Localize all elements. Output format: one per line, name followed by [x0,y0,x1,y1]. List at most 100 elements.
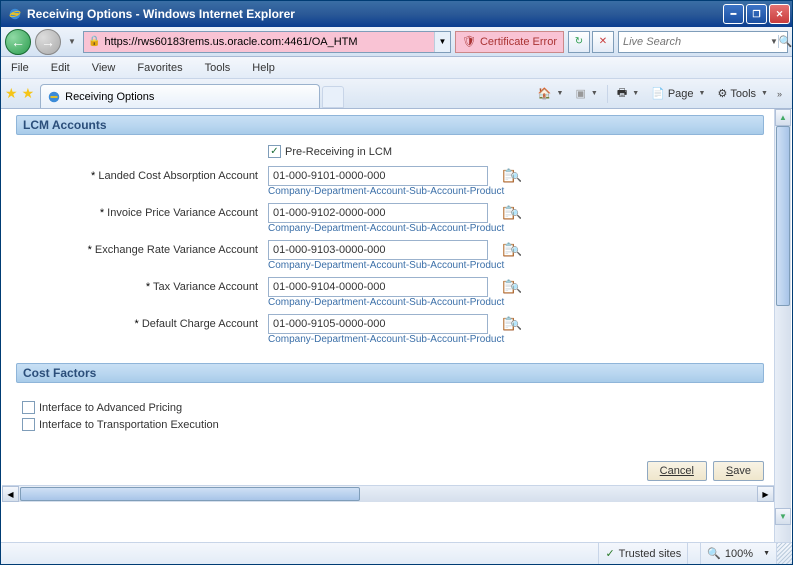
menu-help[interactable]: Help [248,60,279,76]
pre-receiving-checkbox[interactable] [268,145,281,158]
field-hint: Company-Department-Account-Sub-Account-P… [268,186,524,197]
add-favorite-button[interactable]: ★ [22,85,35,102]
trusted-icon: ✓ [605,547,614,560]
landed-cost-lookup[interactable]: 📋🔍 [494,168,524,184]
vscroll-thumb[interactable] [776,126,790,306]
tax-variance-lookup[interactable]: 📋🔍 [494,279,524,295]
ie-icon [7,6,23,22]
invoice-price-label: * Invoice Price Variance Account [16,207,262,219]
favorites-center-button[interactable]: ★ [5,85,18,102]
print-icon: 🖶 [617,84,627,103]
page-menu[interactable]: 📄Page▼ [646,83,710,105]
nav-toolbar: ← → ▼ 🔒 https://rws60183rems.us.oracle.c… [1,27,792,57]
invoice-price-lookup[interactable]: 📋🔍 [494,205,524,221]
refresh-button[interactable]: ↻ [568,31,590,53]
trusted-sites-text: Trusted sites [619,548,682,560]
certificate-error-text: Certificate Error [480,36,557,48]
field-hint: Company-Department-Account-Sub-Account-P… [268,223,524,234]
menu-edit[interactable]: Edit [47,60,74,76]
menu-tools[interactable]: Tools [201,60,235,76]
rss-icon: ▣ [575,87,585,100]
zoom-dropdown-icon: ▼ [763,550,770,557]
default-charge-label: * Default Charge Account [16,318,262,330]
cancel-button[interactable]: Cancel [647,461,707,481]
hscroll-thumb[interactable] [20,487,360,501]
save-button[interactable]: Save [713,461,764,481]
page-icon: 📄 [651,87,665,100]
field-hint: Company-Department-Account-Sub-Account-P… [268,297,524,308]
search-go-button[interactable]: 🔍 [778,35,793,48]
forward-button[interactable]: → [35,29,61,55]
status-bar: ✓ Trusted sites 🔍 100% ▼ [1,542,792,564]
address-url-text: https://rws60183rems.us.oracle.com:4461/… [104,36,357,48]
nav-history-dropdown[interactable]: ▼ [65,31,79,53]
field-hint: Company-Department-Account-Sub-Account-P… [268,334,524,345]
interface-transport-label: Interface to Transportation Execution [39,419,219,431]
interface-transport-checkbox[interactable] [22,418,35,431]
menu-bar: File Edit View Favorites Tools Help [1,57,792,79]
vertical-scrollbar[interactable]: ▲ ▼ [774,109,791,542]
zoom-value: 100% [725,548,753,560]
address-bar[interactable]: 🔒 https://rws60183rems.us.oracle.com:446… [83,31,451,53]
print-button[interactable]: 🖶▼ [612,83,644,105]
invoice-price-input[interactable] [268,203,488,223]
address-dropdown[interactable]: ▼ [434,32,450,52]
interface-pricing-checkbox[interactable] [22,401,35,414]
overflow-chevron[interactable]: » [775,89,784,99]
menu-file[interactable]: File [7,60,33,76]
search-provider-dropdown[interactable]: ▼ [770,37,778,46]
scroll-down-button[interactable]: ▼ [775,508,791,525]
menu-view[interactable]: View [88,60,120,76]
lcm-section-header: LCM Accounts [16,115,764,135]
separator [607,85,608,103]
stop-button[interactable]: ✕ [592,31,614,53]
new-tab-button[interactable] [322,86,344,108]
maximize-button[interactable]: ❐ [746,4,767,24]
menu-favorites[interactable]: Favorites [133,60,186,76]
status-sep [687,543,700,564]
horizontal-scrollbar[interactable]: ◀ ▶ [2,485,774,502]
interface-pricing-label: Interface to Advanced Pricing [39,402,182,414]
exchange-rate-label: * Exchange Rate Variance Account [16,244,262,256]
resize-grip[interactable] [776,543,792,564]
shield-error-icon: 🛡 [462,35,476,48]
zoom-control[interactable]: 🔍 100% ▼ [700,543,776,564]
back-button[interactable]: ← [5,29,31,55]
gear-icon: ⚙ [717,87,727,100]
zoom-icon: 🔍 [707,547,721,560]
close-button[interactable]: ✕ [769,4,790,24]
feeds-button[interactable]: ▣▼ [570,83,602,105]
exchange-rate-lookup[interactable]: 📋🔍 [494,242,524,258]
scroll-left-button[interactable]: ◀ [2,486,19,502]
home-button[interactable]: 🏠▼ [533,83,569,105]
hscroll-track[interactable] [361,486,757,502]
lock-icon: 🔒 [88,36,100,47]
status-zone: ✓ Trusted sites [598,543,687,564]
default-charge-lookup[interactable]: 📋🔍 [494,316,524,332]
pre-receiving-label: Pre-Receiving in LCM [285,146,392,158]
ie-icon [47,90,61,104]
content-viewport: LCM Accounts Pre-Receiving in LCM * Land… [2,109,791,542]
window-title: Receiving Options - Windows Internet Exp… [27,7,723,21]
address-url[interactable]: 🔒 https://rws60183rems.us.oracle.com:446… [84,32,434,52]
default-charge-input[interactable] [268,314,488,334]
search-input[interactable] [619,36,770,48]
home-icon: 🏠 [538,87,552,100]
tab-title: Receiving Options [65,91,154,103]
tab-command-bar: ★ ★ Receiving Options 🏠▼ ▣▼ 🖶▼ 📄Page▼ ⚙T… [1,79,792,109]
field-hint: Company-Department-Account-Sub-Account-P… [268,260,524,271]
tools-menu[interactable]: ⚙Tools▼ [712,83,773,105]
certificate-error-badge[interactable]: 🛡 Certificate Error [455,31,564,53]
tax-variance-label: * Tax Variance Account [16,281,262,293]
page-content: LCM Accounts Pre-Receiving in LCM * Land… [2,109,774,542]
landed-cost-input[interactable] [268,166,488,186]
scroll-right-button[interactable]: ▶ [757,486,774,502]
tax-variance-input[interactable] [268,277,488,297]
browser-tab[interactable]: Receiving Options [40,84,320,108]
search-box[interactable]: ▼ 🔍 [618,31,788,53]
cost-factors-header: Cost Factors [16,363,764,383]
minimize-button[interactable]: ━ [723,4,744,24]
exchange-rate-input[interactable] [268,240,488,260]
scroll-up-button[interactable]: ▲ [775,109,791,126]
window-titlebar: Receiving Options - Windows Internet Exp… [1,1,792,27]
